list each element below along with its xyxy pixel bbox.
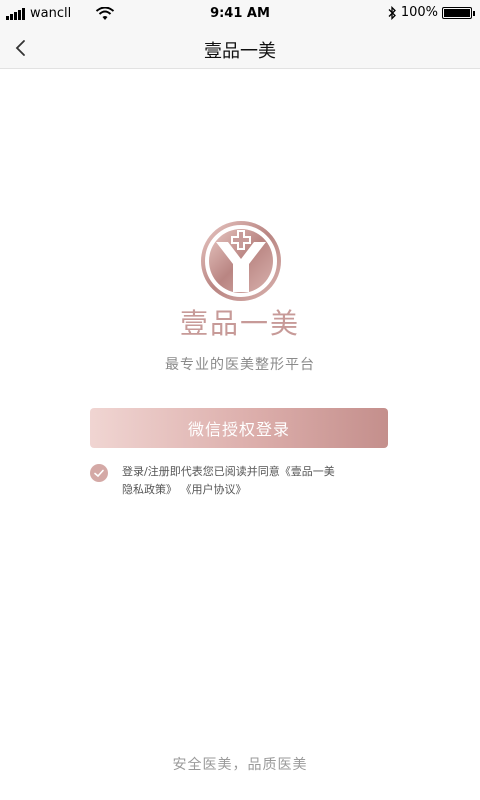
bluetooth-icon: [388, 5, 396, 20]
footer-slogan: 安全医美，品质医美: [172, 757, 308, 773]
wechat-login-button[interactable]: 微信授权登录: [90, 408, 388, 448]
agreement-text: 登录/注册即代表您已阅读并同意《壹品一美 隐私政策》 《用户协议》: [122, 463, 392, 499]
brand-slogan: 最专业的医美整形平台: [165, 357, 315, 373]
agreement-checkbox[interactable]: [90, 464, 108, 482]
status-right: 100%: [387, 5, 475, 20]
nav-bar: 壹品一美: [0, 28, 480, 69]
page-title: 壹品一美: [204, 41, 276, 62]
status-bar: wancll 9:41 AM 100%: [0, 0, 480, 28]
brand-name: 壹品一美: [179, 307, 300, 340]
battery-fill: [444, 8, 470, 17]
battery-percent: 100%: [400, 5, 438, 20]
privacy-policy-link[interactable]: 隐私政策》: [122, 483, 177, 496]
battery-icon: [442, 6, 475, 19]
user-agreement-link[interactable]: 《用户协议》: [181, 483, 247, 496]
brand-logo-icon: [201, 221, 281, 301]
agreement-line1: 登录/注册即代表您已阅读并同意《壹品一美: [122, 465, 335, 478]
